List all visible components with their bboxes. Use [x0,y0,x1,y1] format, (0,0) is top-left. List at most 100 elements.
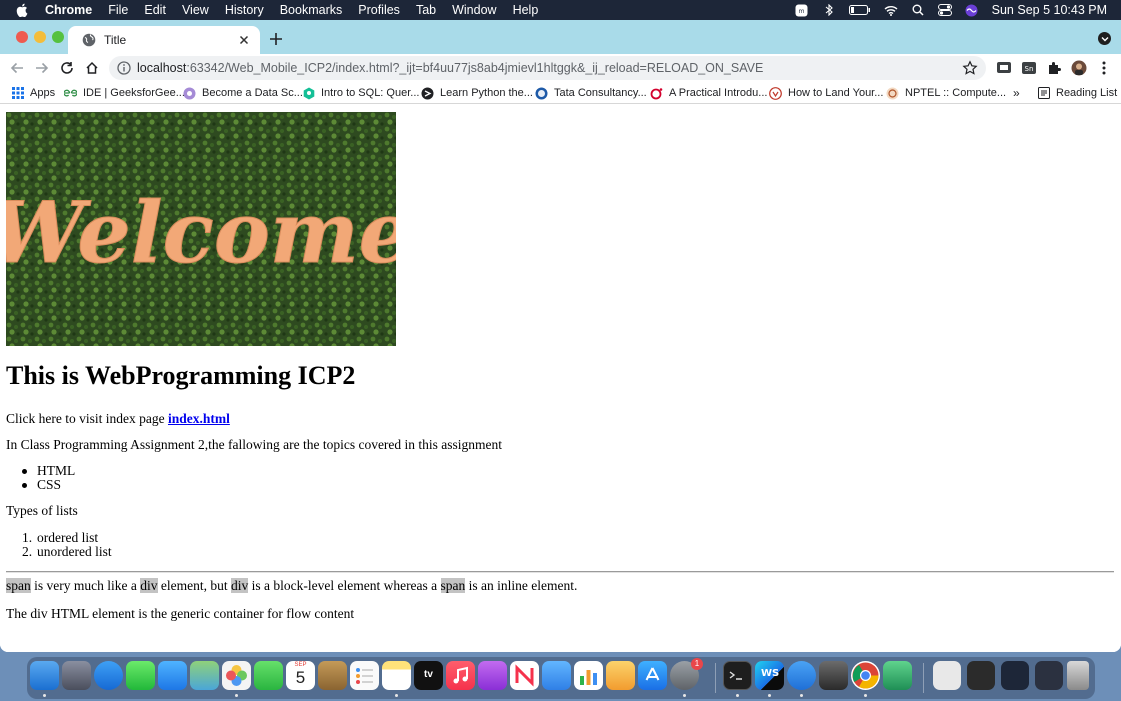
bookmark-nptel[interactable]: NPTEL :: Compute... [886,85,1006,101]
safari-icon[interactable] [94,661,123,690]
geeksforgeeks-icon [64,87,77,100]
apple-tv-label: tv [424,669,433,680]
tab-active[interactable]: Title [68,26,260,54]
profile-avatar[interactable] [1070,59,1088,77]
back-arrow-icon[interactable] [7,58,27,78]
wifi-icon[interactable] [884,4,898,16]
reminders-icon[interactable] [350,661,379,690]
bookmark-practical-intro[interactable]: A Practical Introdu... [650,85,767,101]
reload-icon[interactable] [57,58,77,78]
site-info-icon[interactable] [117,61,131,75]
messages-icon[interactable] [126,661,155,690]
menu-history[interactable]: History [225,3,264,17]
highlighted-word: span [6,578,31,593]
menu-bookmarks[interactable]: Bookmarks [280,3,343,17]
running-indicator [43,694,46,697]
keynote-icon[interactable] [542,661,571,690]
forward-arrow-icon[interactable] [32,58,52,78]
finder-icon[interactable] [30,661,59,690]
menu-file[interactable]: File [108,3,128,17]
zoom-window-button[interactable] [52,31,64,43]
music-icon[interactable] [446,661,475,690]
webstorm-icon[interactable]: WS [755,661,784,690]
close-window-button[interactable] [16,31,28,43]
menu-help[interactable]: Help [513,3,539,17]
minimize-window-button[interactable] [34,31,46,43]
menu-edit[interactable]: Edit [144,3,166,17]
recent-keyboard-thumbnail[interactable] [967,661,995,690]
bookmark-apps[interactable]: Apps [11,85,55,101]
terminal-icon[interactable] [723,661,752,690]
horizontal-rule [6,571,1114,573]
running-indicator [864,694,867,697]
address-url[interactable]: localhost:63342/Web_Mobile_ICP2/index.ht… [137,61,763,75]
recent-document-thumbnail[interactable] [933,661,961,690]
menu-app-chrome[interactable]: Chrome [45,3,92,17]
pages-icon[interactable] [606,661,635,690]
visit-paragraph: Click here to visit index page index.htm… [6,411,230,427]
mail-icon[interactable] [158,661,187,690]
control-center-icon[interactable] [937,4,952,16]
notes-icon[interactable] [382,661,411,690]
bookmark-label: A Practical Introdu... [669,87,768,99]
span-text: element, but [157,578,231,593]
apple-tv-icon[interactable]: tv [414,661,443,690]
bookmark-intro-sql[interactable]: Intro to SQL: Quer... [302,85,419,101]
maps-icon[interactable] [190,661,219,690]
extension-icon-1[interactable] [995,59,1013,77]
status-app-icon[interactable]: m [795,4,809,16]
chrome-icon[interactable] [851,661,880,690]
reading-list-icon [1037,87,1050,100]
menu-tab[interactable]: Tab [416,3,436,17]
bookmark-land-your[interactable]: How to Land Your... [769,85,883,101]
chrome-menu-kebab-icon[interactable] [1095,59,1113,77]
bookmarks-overflow-chevron[interactable]: » [1013,85,1020,101]
bluetooth-icon[interactable] [822,4,836,16]
bookmark-label: Intro to SQL: Quer... [321,87,420,99]
battery-icon[interactable] [848,4,871,16]
bookmark-learn-python[interactable]: Learn Python the... [421,85,533,101]
url-host: localhost [137,61,187,75]
app-store-icon[interactable] [638,661,667,690]
mk-app-icon[interactable] [787,661,816,690]
numbers-icon[interactable] [574,661,603,690]
index-html-link[interactable]: index.html [168,411,230,426]
preview-tools-icon[interactable] [819,661,848,690]
spotlight-search-icon[interactable] [911,4,925,16]
photos-icon[interactable] [222,661,251,690]
calendar-icon[interactable]: SEP 5 [286,661,315,690]
bookmark-label: Learn Python the... [440,87,533,99]
news-icon[interactable] [510,661,539,690]
tab-search-chevron-icon[interactable] [1098,32,1111,45]
new-tab-plus-icon[interactable] [267,30,285,48]
menu-view[interactable]: View [182,3,209,17]
close-tab-icon[interactable] [234,30,254,50]
menubar-clock[interactable]: Sun Sep 5 10:43 PM [992,3,1107,17]
land-job-icon [769,86,782,100]
facetime-icon[interactable] [254,661,283,690]
atom-icon[interactable] [883,661,912,690]
siri-icon[interactable] [965,4,979,16]
bookmark-star-icon[interactable] [962,60,978,76]
apple-menu-icon[interactable] [16,3,28,17]
recent-window-thumbnail[interactable] [1035,661,1063,690]
trash-icon[interactable] [1067,661,1089,690]
menu-profiles[interactable]: Profiles [358,3,400,17]
apps-grid-icon [11,87,24,100]
menu-window[interactable]: Window [452,3,496,17]
extensions-puzzle-icon[interactable] [1045,59,1063,77]
launchpad-icon[interactable] [62,661,91,690]
system-preferences-icon[interactable]: 1 [670,658,703,690]
recent-screen-thumbnail[interactable] [1001,661,1029,690]
home-icon[interactable] [82,58,102,78]
bookmark-data-science[interactable]: Become a Data Sc... [183,85,303,101]
lists-label: Types of lists [6,503,78,518]
khan-academy-icon [302,87,315,100]
extension-icon-2[interactable]: Sn [1020,59,1038,77]
reading-list-button[interactable]: Reading List [1037,85,1117,101]
contacts-icon[interactable] [318,661,347,690]
podcasts-icon[interactable] [478,661,507,690]
bookmark-tata[interactable]: Tata Consultancy... [535,85,647,101]
address-bar[interactable]: localhost:63342/Web_Mobile_ICP2/index.ht… [109,56,986,80]
bookmark-geeksforgeeks[interactable]: IDE | GeeksforGee... [64,85,185,101]
